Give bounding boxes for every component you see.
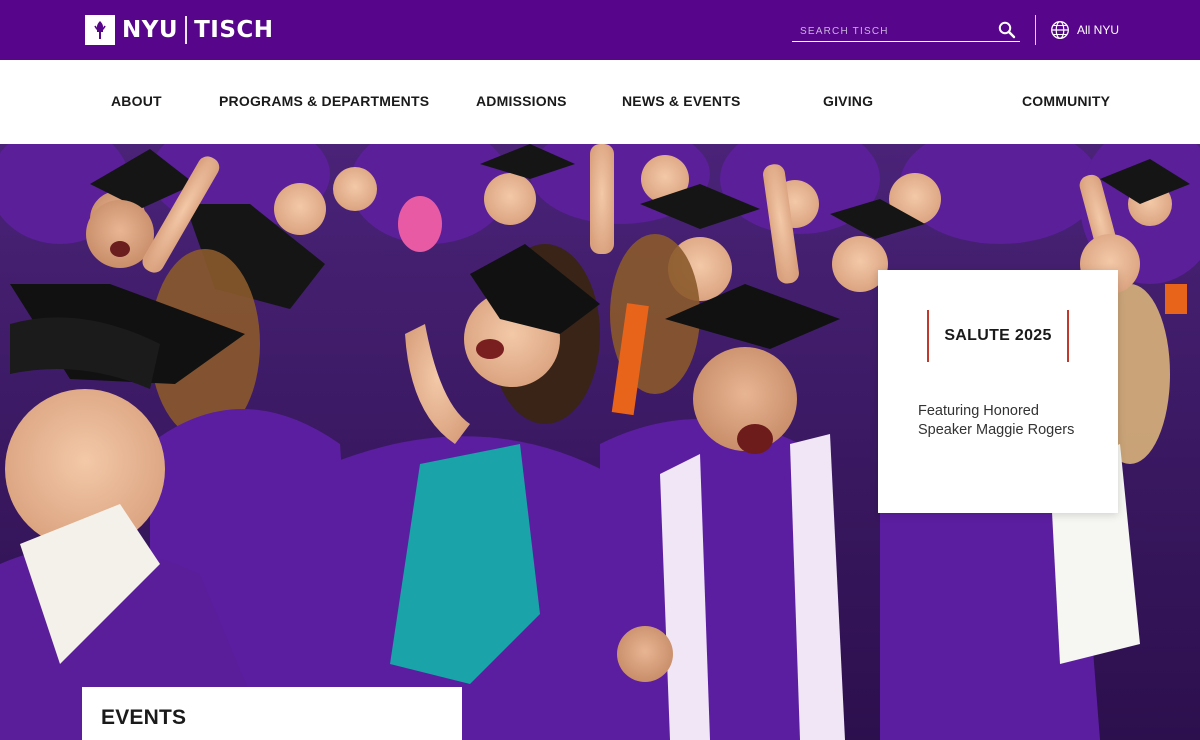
logo-nyu-text: NYU [122,17,179,43]
main-nav: ABOUT PROGRAMS & DEPARTMENTS ADMISSIONS … [0,60,1200,144]
feature-card[interactable]: SALUTE 2025 Featuring Honored Speaker Ma… [878,270,1118,513]
logo-divider [185,16,188,44]
logo-tisch-text: TISCH [194,17,274,43]
globe-icon [1051,21,1069,39]
search-button[interactable] [994,19,1020,41]
feature-subtitle: Featuring Honored Speaker Maggie Rogers [918,403,1075,438]
search-icon [998,21,1016,38]
feature-title: SALUTE 2025 [944,327,1052,344]
nav-programs-departments[interactable]: PROGRAMS & DEPARTMENTS [219,93,429,109]
nav-community[interactable]: COMMUNITY [1022,93,1110,109]
events-heading: EVENTS [101,706,187,729]
search-bar [792,18,1020,42]
nav-giving[interactable]: GIVING [823,93,873,109]
nav-news-events[interactable]: NEWS & EVENTS [622,93,741,109]
nyu-tisch-logo[interactable]: NYU TISCH [85,15,274,45]
hero-section: SALUTE 2025 Featuring Honored Speaker Ma… [0,144,1200,740]
all-nyu-link[interactable]: All NYU [1050,19,1119,41]
feature-title-frame: SALUTE 2025 [927,310,1069,362]
search-input[interactable] [792,18,994,41]
top-bar-divider [1035,15,1036,45]
nav-about[interactable]: ABOUT [111,93,162,109]
nav-admissions[interactable]: ADMISSIONS [476,93,567,109]
all-nyu-label: All NYU [1077,23,1120,37]
top-bar: NYU TISCH All NYU [0,0,1200,60]
nyu-torch-icon [85,15,115,45]
events-card[interactable]: EVENTS [82,687,462,740]
